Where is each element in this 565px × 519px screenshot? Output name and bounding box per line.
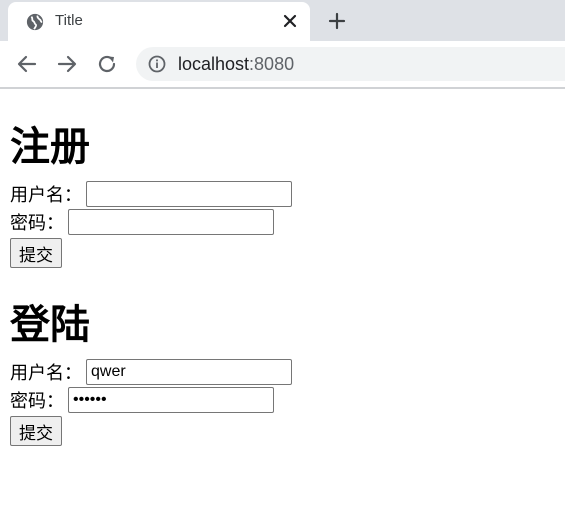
login-password-input[interactable]: [68, 387, 274, 413]
info-icon[interactable]: [148, 55, 166, 73]
url-host: localhost: [178, 54, 250, 74]
register-form: 注册 用户名： 密码： 提交: [10, 122, 560, 268]
login-username-label: 用户名：: [10, 363, 82, 384]
browser-tab[interactable]: Title: [8, 2, 310, 41]
page-content: 注册 用户名： 密码： 提交 登陆 用户名： 密码： 提交: [10, 89, 560, 446]
url-port: :8080: [249, 54, 295, 74]
tab-strip: Title: [0, 0, 565, 41]
register-password-input[interactable]: [68, 209, 274, 235]
arrow-right-icon[interactable]: [56, 53, 78, 75]
register-password-label: 密码：: [10, 213, 64, 234]
url-text[interactable]: localhost:8080: [178, 54, 294, 75]
globe-icon: [26, 13, 44, 31]
register-username-input[interactable]: [86, 181, 292, 207]
login-password-label: 密码：: [10, 391, 64, 412]
register-heading: 注册: [10, 124, 90, 170]
login-username-input[interactable]: [86, 359, 292, 385]
register-password-row: 密码：: [10, 208, 560, 236]
browser-chrome: Title localhost:8080: [0, 0, 565, 89]
login-submit-button[interactable]: 提交: [10, 416, 62, 446]
register-username-row: 用户名：: [10, 180, 560, 208]
close-icon[interactable]: [281, 12, 299, 30]
browser-toolbar: localhost:8080: [0, 41, 565, 87]
arrow-left-icon[interactable]: [16, 53, 38, 75]
register-username-label: 用户名：: [10, 185, 82, 206]
reload-icon[interactable]: [96, 53, 118, 75]
login-username-row: 用户名：: [10, 358, 560, 386]
login-form: 登陆 用户名： 密码： 提交: [10, 300, 560, 446]
login-heading: 登陆: [10, 302, 90, 348]
register-submit-button[interactable]: 提交: [10, 238, 62, 268]
address-bar[interactable]: localhost:8080: [136, 47, 565, 81]
plus-icon[interactable]: [327, 11, 347, 31]
login-password-row: 密码：: [10, 386, 560, 414]
tab-title: Title: [55, 12, 83, 29]
